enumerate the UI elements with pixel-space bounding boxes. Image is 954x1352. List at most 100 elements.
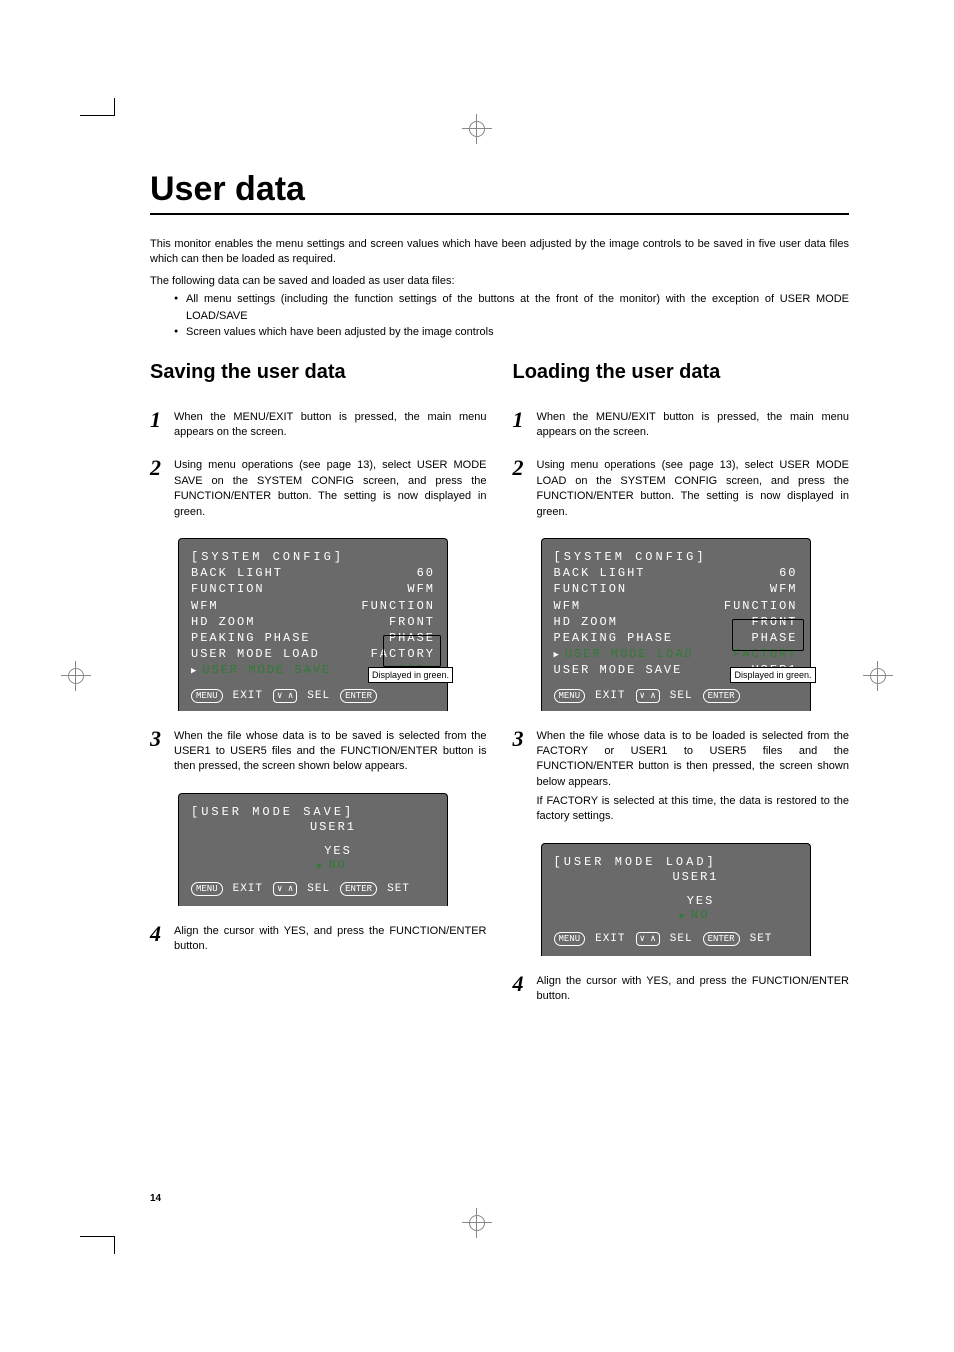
osd-row-label-selected: USER MODE LOAD [554,646,694,662]
menu-keycap-icon: MENU [554,932,586,946]
saving-step-1-text: When the MENU/EXIT button is pressed, th… [174,410,487,441]
loading-step-3-sub: If FACTORY is selected at this time, the… [537,794,850,825]
intro-bullet-list: All menu settings (including the functio… [150,291,849,341]
menu-keycap-icon: MENU [191,882,223,896]
osd-footer-exit: EXIT [233,883,263,895]
osd-row-label: FUNCTION [191,581,265,597]
step-number-icon: 4 [150,924,166,955]
osd-footer-sel: SEL [307,690,330,702]
page-number: 14 [150,1193,161,1204]
loading-osd-user-mode-load: [USER MODE LOAD] USER1 YES NO MENU EXIT ∨… [541,843,811,956]
loading-heading: Loading the user data [513,361,850,384]
registration-mark-top [466,118,488,140]
registration-mark-left [65,665,87,687]
osd-row-value: WFM [770,581,798,597]
osd-footer: MENU EXIT ∨ ∧ SEL ENTER SET [191,882,435,896]
step-number-icon: 3 [513,729,529,825]
osd-row-label: FUNCTION [554,581,628,597]
osd-footer: MENU EXIT ∨ ∧ SEL ENTER [191,689,435,703]
osd-footer-set: SET [387,883,410,895]
osd-row-label-selected: USER MODE SAVE [191,662,331,678]
osd-footer: MENU EXIT ∨ ∧ SEL ENTER [554,689,798,703]
osd-footer-set: SET [750,933,773,945]
osd-row-value: WFM [407,581,435,597]
loading-step-3-text: When the file whose data is to be loaded… [537,729,850,825]
step-number-icon: 1 [513,410,529,441]
saving-step-2: 2 Using menu operations (see page 13), s… [150,458,487,520]
osd-title: [SYSTEM CONFIG] [191,549,344,565]
osd-footer-sel: SEL [670,933,693,945]
loading-step-1: 1 When the MENU/EXIT button is pressed, … [513,410,850,441]
osd-row-value: FUNCTION [724,598,798,614]
osd-yes-option: YES [554,894,798,908]
osd-yes-option: YES [191,844,435,858]
updown-keycap-icon: ∨ ∧ [636,689,660,703]
osd-footer-exit: EXIT [595,933,625,945]
osd-row-value: 60 [779,565,797,581]
osd-footer-sel: SEL [307,883,330,895]
intro-paragraph-1: This monitor enables the menu settings a… [150,237,849,268]
osd-row-label: HD ZOOM [191,614,255,630]
loading-osd-system-config: [SYSTEM CONFIG] BACK LIGHT60 FUNCTIONWFM… [541,538,811,711]
menu-keycap-icon: MENU [554,689,586,703]
saving-step-1: 1 When the MENU/EXIT button is pressed, … [150,410,487,441]
updown-keycap-icon: ∨ ∧ [273,689,297,703]
osd-title: [SYSTEM CONFIG] [554,549,707,565]
saving-heading: Saving the user data [150,361,487,384]
registration-mark-bottom [466,1212,488,1234]
osd-row-value: FUNCTION [361,598,435,614]
loading-step-4: 4 Align the cursor with YES, and press t… [513,974,850,1005]
osd-row-label: PEAKING PHASE [554,630,674,646]
highlight-box [383,635,441,667]
saving-step-4: 4 Align the cursor with YES, and press t… [150,924,487,955]
updown-keycap-icon: ∨ ∧ [273,882,297,896]
osd-row-label: BACK LIGHT [191,565,283,581]
enter-keycap-icon: ENTER [703,689,740,703]
osd-footer-exit: EXIT [595,690,625,702]
osd-row-label: HD ZOOM [554,614,618,630]
osd-no-option: NO [191,858,435,872]
step-number-icon: 1 [150,410,166,441]
intro-bullet-1: All menu settings (including the functio… [174,291,849,324]
osd-title: [USER MODE SAVE] [191,804,354,820]
osd-footer-sel: SEL [670,690,693,702]
loading-column: Loading the user data 1 When the MENU/EX… [513,361,850,1023]
osd-row-label: USER MODE LOAD [191,646,320,662]
osd-footer: MENUEXIT ∨ ∧SEL ENTERSET [554,932,798,946]
saving-column: Saving the user data 1 When the MENU/EXI… [150,361,487,1023]
osd-subtitle: USER1 [554,870,798,884]
osd-subtitle: USER1 [191,820,435,834]
osd-footer-exit: EXIT [233,690,263,702]
enter-keycap-icon: ENTER [340,882,377,896]
osd-row-label: PEAKING PHASE [191,630,311,646]
enter-keycap-icon: ENTER [340,689,377,703]
registration-mark-right [867,665,889,687]
highlight-label: Displayed in green. [730,667,815,683]
loading-step-2-text: Using menu operations (see page 13), sel… [537,458,850,520]
loading-step-4-text: Align the cursor with YES, and press the… [537,974,850,1005]
highlight-box [732,619,804,651]
osd-no-option: NO [554,908,798,922]
osd-row-label: WFM [191,598,219,614]
step-number-icon: 2 [150,458,166,520]
saving-osd-system-config: [SYSTEM CONFIG] BACK LIGHT60 FUNCTIONWFM… [178,538,448,711]
crop-mark-top-left [80,98,115,116]
osd-title: [USER MODE LOAD] [554,854,717,870]
osd-row-label: WFM [554,598,582,614]
osd-row-label: USER MODE SAVE [554,662,683,678]
saving-step-4-text: Align the cursor with YES, and press the… [174,924,487,955]
intro-bullet-2: Screen values which have been adjusted b… [174,324,849,341]
step-number-icon: 3 [150,729,166,775]
saving-step-2-text: Using menu operations (see page 13), sel… [174,458,487,520]
step-number-icon: 4 [513,974,529,1005]
osd-row-label: BACK LIGHT [554,565,646,581]
updown-keycap-icon: ∨ ∧ [636,932,660,946]
osd-row-value: FRONT [389,614,435,630]
crop-mark-bottom-left [80,1236,115,1254]
loading-step-2: 2 Using menu operations (see page 13), s… [513,458,850,520]
loading-step-1-text: When the MENU/EXIT button is pressed, th… [537,410,850,441]
saving-step-3-text: When the file whose data is to be saved … [174,729,487,775]
menu-keycap-icon: MENU [191,689,223,703]
osd-row-value: 60 [417,565,435,581]
saving-osd-user-mode-save: [USER MODE SAVE] USER1 YES NO MENU EXIT ∨… [178,793,448,906]
